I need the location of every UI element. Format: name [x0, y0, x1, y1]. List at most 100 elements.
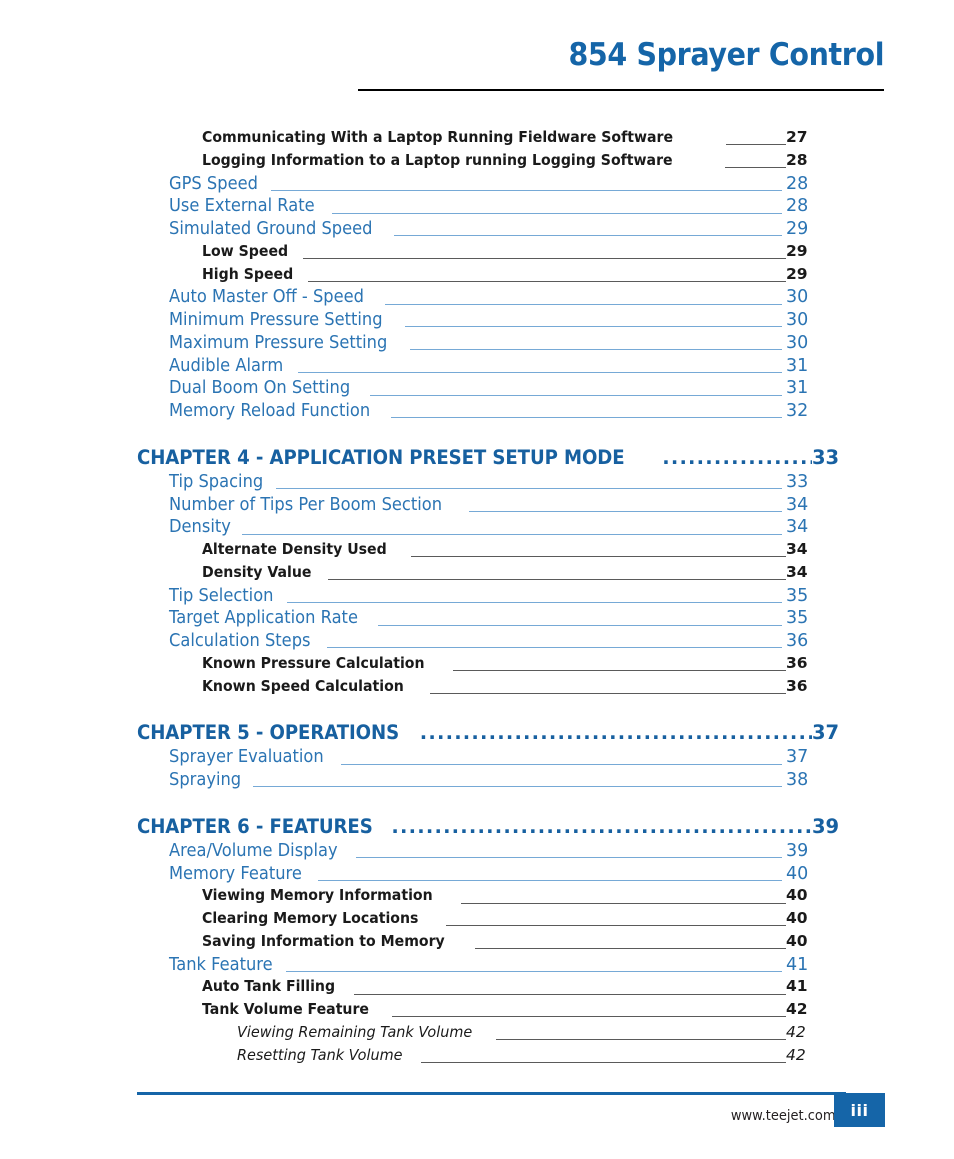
toc-entry-level1[interactable]: Calculation Steps 36	[0, 631, 954, 654]
toc-entry-level2[interactable]: Auto Tank Filling 41	[0, 977, 954, 1000]
toc-page-number: 36	[786, 631, 809, 651]
toc-entry-level2[interactable]: Clearing Memory Locations 40	[0, 909, 954, 932]
toc-leader-line: ........................................…	[419, 721, 812, 745]
toc-entry-level2[interactable]: High Speed 29	[0, 265, 954, 288]
footer-page-number: iii	[850, 1100, 869, 1120]
toc-entry-level1[interactable]: Sprayer Evaluation 37	[0, 747, 954, 770]
toc-leader-line	[447, 659, 787, 672]
page-header: 854 Sprayer Control	[0, 0, 954, 100]
toc-page-number: 42	[786, 1000, 808, 1018]
header-divider	[358, 89, 884, 91]
toc-entry-level2[interactable]: Known Pressure Calculation 36	[0, 654, 954, 677]
toc-entry-label: Area/Volume Display	[169, 840, 338, 861]
page-title: 854 Sprayer Control	[568, 37, 884, 73]
toc-entry-level2[interactable]: Communicating With a Laptop Running Fiel…	[0, 128, 954, 151]
toc-leader-line	[372, 614, 786, 626]
toc-entry-label: Tip Selection	[169, 585, 274, 606]
toc-page-number: 37	[812, 721, 839, 745]
toc-chapter-row[interactable]: CHAPTER 5 - OPERATIONS..................…	[0, 721, 954, 747]
toc-entry-level2[interactable]: Known Speed Calculation 36	[0, 677, 954, 700]
toc-entry-label: Sprayer Evaluation	[169, 747, 324, 768]
toc-leader-line: ........................................…	[662, 445, 812, 469]
toc-page-number: 31	[786, 355, 809, 376]
toc-entry-label: Tank Feature	[169, 954, 273, 975]
toc-entry-label: Audible Alarm	[169, 355, 284, 376]
toc-entry-level1[interactable]: Density 34	[0, 517, 954, 540]
toc-leader-line	[404, 338, 786, 351]
toc-leader-line	[270, 477, 786, 490]
toc-entry-level1[interactable]: Use External Rate 28	[0, 196, 954, 219]
toc-entry-level2[interactable]: Tank Volume Feature 42	[0, 1000, 954, 1023]
toc-page-number: 40	[786, 886, 808, 905]
toc-leader-line	[312, 869, 786, 881]
toc-entry-label: Use External Rate	[169, 196, 315, 217]
toc-leader-line	[455, 892, 786, 904]
toc-page-number: 36	[786, 653, 808, 672]
toc-leader-line	[719, 156, 786, 169]
toc-entry-level1[interactable]: GPS Speed 28	[0, 174, 954, 197]
toc-chapter-row[interactable]: CHAPTER 4 - APPLICATION PRESET SETUP MOD…	[0, 446, 954, 472]
toc-entry-label: Target Application Rate	[169, 608, 358, 629]
footer-page-number-box: iii	[834, 1093, 885, 1127]
toc-leader-line	[490, 1028, 787, 1041]
footer-divider	[137, 1092, 846, 1095]
toc-entry-level1[interactable]: Audible Alarm 31	[0, 356, 954, 379]
toc-entry-level1[interactable]: Simulated Ground Speed 29	[0, 219, 954, 242]
toc-entry-label: Known Speed Calculation	[202, 676, 404, 695]
toc-leader-line	[463, 500, 786, 512]
toc-entry-label: Simulated Ground Speed	[169, 219, 373, 239]
toc-page-number: 28	[786, 196, 809, 217]
toc-entry-label: Calculation Steps	[169, 631, 311, 651]
toc-page-number: 34	[786, 562, 808, 581]
toc-entry-level1[interactable]: Minimum Pressure Setting 30	[0, 310, 954, 333]
toc-entry-label: Maximum Pressure Setting	[169, 332, 388, 353]
toc-page-number: 27	[786, 128, 808, 146]
toc-page-number: 40	[786, 909, 808, 927]
toc-entry-level1[interactable]: Dual Boom On Setting 31	[0, 378, 954, 401]
toc-entry-level2[interactable]: Logging Information to a Laptop running …	[0, 151, 954, 174]
toc-entry-label: Auto Tank Filling	[202, 977, 336, 996]
toc-entry-level1[interactable]: Spraying 38	[0, 770, 954, 793]
footer-website-url[interactable]: www.teejet.com	[731, 1108, 836, 1124]
toc-page-number: 32	[786, 401, 809, 421]
toc-leader-line	[322, 568, 786, 581]
toc-entry-level1[interactable]: Number of Tips Per Boom Section 34	[0, 495, 954, 518]
toc-entry-level1[interactable]: Tip Spacing 33	[0, 472, 954, 495]
toc-entry-level1[interactable]: Tip Selection 35	[0, 586, 954, 609]
toc-entry-level1[interactable]: Tank Feature 41	[0, 955, 954, 978]
toc-entry-label: GPS Speed	[169, 173, 258, 194]
toc-entry-level2[interactable]: Alternate Density Used 34	[0, 540, 954, 563]
toc-entry-level2[interactable]: Viewing Memory Information 40	[0, 886, 954, 909]
toc-entry-label: Clearing Memory Locations	[202, 909, 419, 927]
toc-entry-level2[interactable]: Low Speed 29	[0, 242, 954, 265]
toc-page-number: 38	[786, 770, 809, 790]
toc-entry-label: Alternate Density Used	[202, 540, 387, 558]
toc-entry-label: Known Pressure Calculation	[202, 653, 425, 672]
toc-leader-line	[247, 775, 786, 788]
toc-page-number: 42	[786, 1022, 806, 1041]
toc-page-number: 41	[786, 954, 809, 975]
toc-entry-level1[interactable]: Target Application Rate 35	[0, 608, 954, 631]
toc-page-number: 34	[786, 517, 809, 538]
toc-page-number: 28	[786, 150, 808, 169]
toc-entry-label: Number of Tips Per Boom Section	[169, 494, 443, 515]
toc-leader-line	[265, 179, 786, 191]
toc-leader-line	[720, 133, 787, 146]
toc-entry-level2[interactable]: Density Value 34	[0, 563, 954, 586]
toc-leader-line	[236, 523, 786, 535]
toc-leader-line	[399, 315, 786, 328]
toc-leader-line	[350, 846, 786, 859]
toc-entry-level1[interactable]: Auto Master Off - Speed 30	[0, 287, 954, 310]
toc-page-number: 41	[786, 977, 808, 996]
toc-entry-level3[interactable]: Viewing Remaining Tank Volume 42	[0, 1023, 954, 1046]
toc-page-number: 30	[786, 287, 809, 308]
toc-entry-level1[interactable]: Memory Reload Function 32	[0, 401, 954, 424]
toc-entry-level3[interactable]: Resetting Tank Volume 42	[0, 1046, 954, 1069]
toc-entry-level1[interactable]: Maximum Pressure Setting 30	[0, 333, 954, 356]
toc-chapter-row[interactable]: CHAPTER 6 - FEATURES....................…	[0, 815, 954, 841]
toc-entry-level2[interactable]: Saving Information to Memory 40	[0, 932, 954, 955]
toc-page-number: 34	[786, 494, 809, 515]
toc-entry-level1[interactable]: Memory Feature 40	[0, 864, 954, 887]
toc-entry-label: Saving Information to Memory	[202, 931, 445, 950]
toc-entry-level1[interactable]: Area/Volume Display 39	[0, 841, 954, 864]
